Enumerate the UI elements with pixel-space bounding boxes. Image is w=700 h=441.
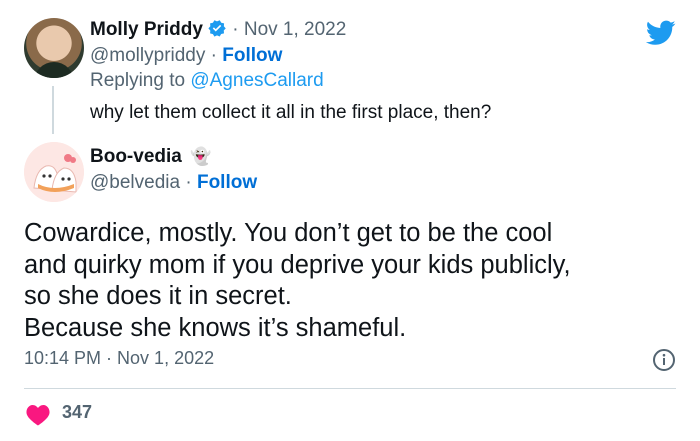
replying-to-line: Replying to @AgnesCallard: [90, 70, 324, 92]
follow-button[interactable]: Follow: [197, 172, 257, 193]
thread-connector-line: [52, 86, 54, 134]
handle[interactable]: @belvedia: [90, 172, 180, 193]
ghost-emoji-icon: 👻: [190, 147, 212, 166]
separator-dot: ·: [180, 172, 197, 193]
avatar-boo-vedia[interactable]: [24, 142, 84, 202]
twitter-bird-icon[interactable]: [646, 20, 676, 46]
info-icon[interactable]: [652, 348, 676, 372]
display-name[interactable]: Boo-vedia: [90, 146, 182, 167]
verified-badge-icon: [208, 20, 226, 37]
main-tweet-text: Cowardice, mostly. You don’t get to be t…: [24, 219, 571, 342]
main-tweet-header: Boo-vedia 👻: [90, 146, 211, 168]
reply-tweet-text: why let them collect it all in the first…: [90, 102, 492, 123]
display-name[interactable]: Molly Priddy: [90, 19, 203, 40]
handle-row: @belvedia · Follow: [90, 172, 257, 194]
tweet-timestamp-link[interactable]: 10:14 PM · Nov 1, 2022: [24, 348, 214, 369]
handle-row: @mollypriddy · Follow: [90, 45, 282, 67]
avatar-molly-priddy[interactable]: [24, 18, 84, 78]
separator-dot: ·: [226, 19, 244, 40]
separator-dot: ·: [205, 45, 223, 66]
replying-to-handle-link[interactable]: @AgnesCallard: [190, 70, 323, 91]
heart-icon[interactable]: [26, 404, 50, 426]
ghost-avatar-illustration: [24, 142, 84, 202]
tweet-date[interactable]: Nov 1, 2022: [244, 19, 346, 40]
handle[interactable]: @mollypriddy: [90, 45, 205, 66]
follow-button[interactable]: Follow: [222, 45, 282, 66]
replying-to-label: Replying to: [90, 70, 191, 91]
reply-tweet-header: Molly Priddy · Nov 1, 2022: [90, 18, 346, 41]
like-count[interactable]: 347: [62, 402, 92, 423]
divider: [24, 388, 676, 389]
